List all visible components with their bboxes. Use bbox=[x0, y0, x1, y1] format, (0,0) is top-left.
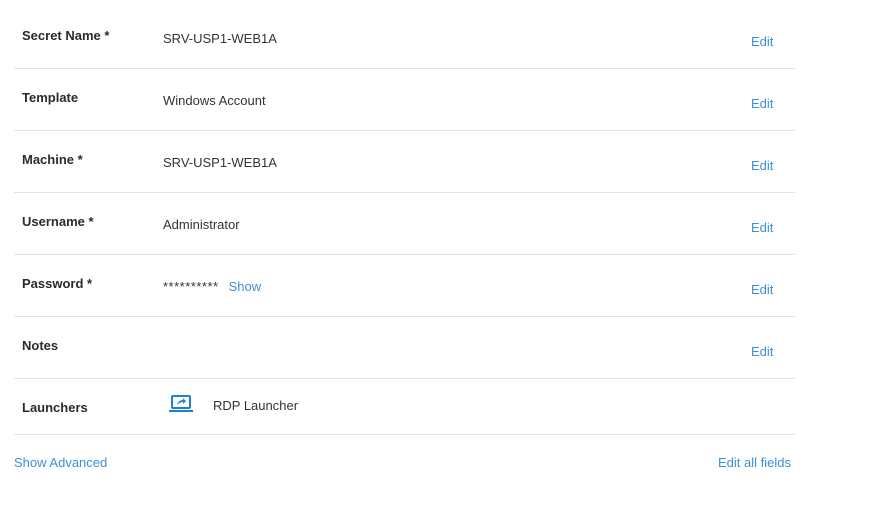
field-row-username: Username * Administrator Edit bbox=[14, 193, 795, 255]
field-label: Username * bbox=[22, 214, 94, 229]
field-value: SRV-USP1-WEB1A bbox=[163, 31, 277, 46]
edit-username-link[interactable]: Edit bbox=[751, 220, 773, 235]
field-label: Launchers bbox=[22, 400, 88, 415]
field-row-notes: Notes Edit bbox=[14, 317, 795, 379]
field-row-launchers: Launchers RDP Launcher bbox=[14, 379, 795, 435]
password-mask: ********** bbox=[163, 279, 219, 294]
rdp-launcher-icon[interactable] bbox=[169, 395, 193, 413]
show-password-link[interactable]: Show bbox=[229, 279, 262, 294]
field-value: SRV-USP1-WEB1A bbox=[163, 155, 277, 170]
edit-all-fields-link[interactable]: Edit all fields bbox=[718, 455, 791, 470]
field-row-password: Password * ********** Show Edit bbox=[14, 255, 795, 317]
show-advanced-link[interactable]: Show Advanced bbox=[14, 455, 107, 470]
rdp-launcher-link[interactable]: RDP Launcher bbox=[213, 398, 298, 413]
secret-details-panel: Secret Name * SRV-USP1-WEB1A Edit Templa… bbox=[14, 7, 795, 435]
edit-machine-link[interactable]: Edit bbox=[751, 158, 773, 173]
field-label: Machine * bbox=[22, 152, 83, 167]
field-row-template: Template Windows Account Edit bbox=[14, 69, 795, 131]
field-row-secret-name: Secret Name * SRV-USP1-WEB1A Edit bbox=[14, 7, 795, 69]
field-value: Administrator bbox=[163, 217, 240, 232]
edit-secret-name-link[interactable]: Edit bbox=[751, 34, 773, 49]
edit-password-link[interactable]: Edit bbox=[751, 282, 773, 297]
field-label: Template bbox=[22, 90, 79, 105]
edit-notes-link[interactable]: Edit bbox=[751, 344, 773, 359]
field-label: Secret Name * bbox=[22, 28, 110, 43]
field-row-machine: Machine * SRV-USP1-WEB1A Edit bbox=[14, 131, 795, 193]
field-label: Password * bbox=[22, 276, 93, 291]
field-label: Notes bbox=[22, 338, 59, 353]
password-value: ********** Show bbox=[163, 279, 261, 294]
edit-template-link[interactable]: Edit bbox=[751, 96, 773, 111]
field-value: Windows Account bbox=[163, 93, 266, 108]
